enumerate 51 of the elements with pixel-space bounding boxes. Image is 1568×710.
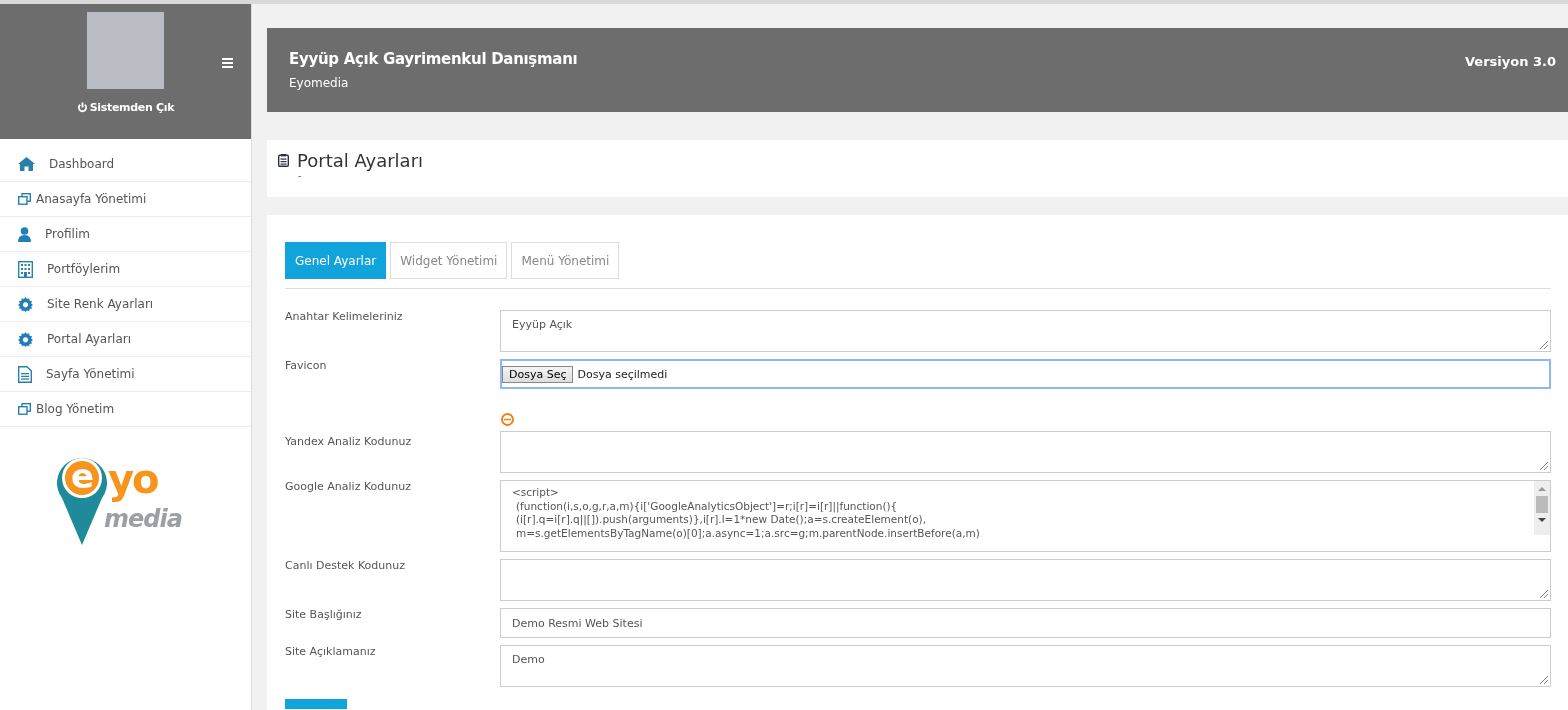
field-label: Anahtar Kelimeleriniz [285,310,404,325]
text-input-field[interactable]: Demo Resmi Web Sitesi [500,608,1551,638]
tab[interactable]: Menü Yönetimi [511,242,620,279]
logout-link[interactable]: Sistemden Çık [76,101,175,114]
field-label: Site Başlığınız [285,608,363,623]
field-label: Google Analiz Kodunuz [285,480,412,495]
sidebar-item[interactable]: Profilim [0,217,251,252]
logo-subtext: media [104,505,182,533]
site-title: Eyyüp Açık Gayrimenkul Danışmanı [289,50,578,68]
file-input-field[interactable]: Dosya Seç Dosya seçilmedi [500,359,1551,389]
sidebar-item[interactable]: Dashboard [0,147,251,182]
building-icon [18,260,33,278]
textarea-field[interactable] [500,559,1551,601]
sidebar-item[interactable]: Anasayfa Yönetimi [0,182,251,217]
power-icon [76,102,88,113]
file-status: Dosya seçilmedi [577,367,668,381]
scrollbar[interactable] [1534,481,1550,535]
resize-grip-icon[interactable] [1540,676,1548,684]
field-label: Yandex Analiz Kodunuz [285,434,413,450]
copy-icon [18,193,31,205]
copy-icon [18,403,31,415]
resize-grip-icon[interactable] [1540,462,1548,470]
textarea-field[interactable] [500,431,1551,473]
site-subtitle: Eyomedia [289,76,350,90]
document-icon [18,365,32,383]
gear-icon [18,331,33,347]
gear-icon [18,296,33,312]
sidebar-item[interactable]: Blog Yönetim [0,392,251,427]
textarea-field[interactable]: Demo [500,645,1551,687]
field-label: Canlı Destek Kodunuz [285,559,406,574]
home-icon [18,157,35,171]
clipboard-icon [278,154,289,167]
code-textarea[interactable]: <script> (function(i,s,o,g,r,a,m){i['GoogleAnalyticsObject']=r;i[r]=i[r]||function(){ (i[r].q=i[r].q||[]).push(arguments)},i[r].l=1*new Date();a=s.createElement(o), m=s.getElementsByTagName(o)[0];a.async=1;a.src=g;m.parentNode.insertBefore(a,m) [500,480,1551,552]
menu-icon[interactable] [222,58,233,68]
page-title: Portal Ayarları [297,150,424,171]
sidebar-item[interactable]: Portal Ayarları [0,322,251,357]
version-label: Versiyon 3.0 [1465,53,1556,71]
tab[interactable]: Widget Yönetimi [390,242,508,279]
sidebar-item[interactable]: Sayfa Yönetimi [0,357,251,392]
choose-file-button[interactable]: Dosya Seç [502,365,574,383]
sidebar-item[interactable]: Portföylerim [0,252,251,287]
circled-e-icon [501,413,514,426]
user-icon [18,226,31,242]
field-label: Favicon [285,359,328,374]
field-label: Site Açıklamanız [285,645,377,660]
resize-grip-icon[interactable] [1540,590,1548,598]
textarea-field[interactable]: Eyyüp Açık [500,310,1551,352]
sidebar-item[interactable]: Site Renk Ayarları [0,287,251,322]
logo-letter: e [71,456,95,496]
resize-grip-icon[interactable] [1540,341,1548,349]
page-subtitle: - [298,171,303,181]
